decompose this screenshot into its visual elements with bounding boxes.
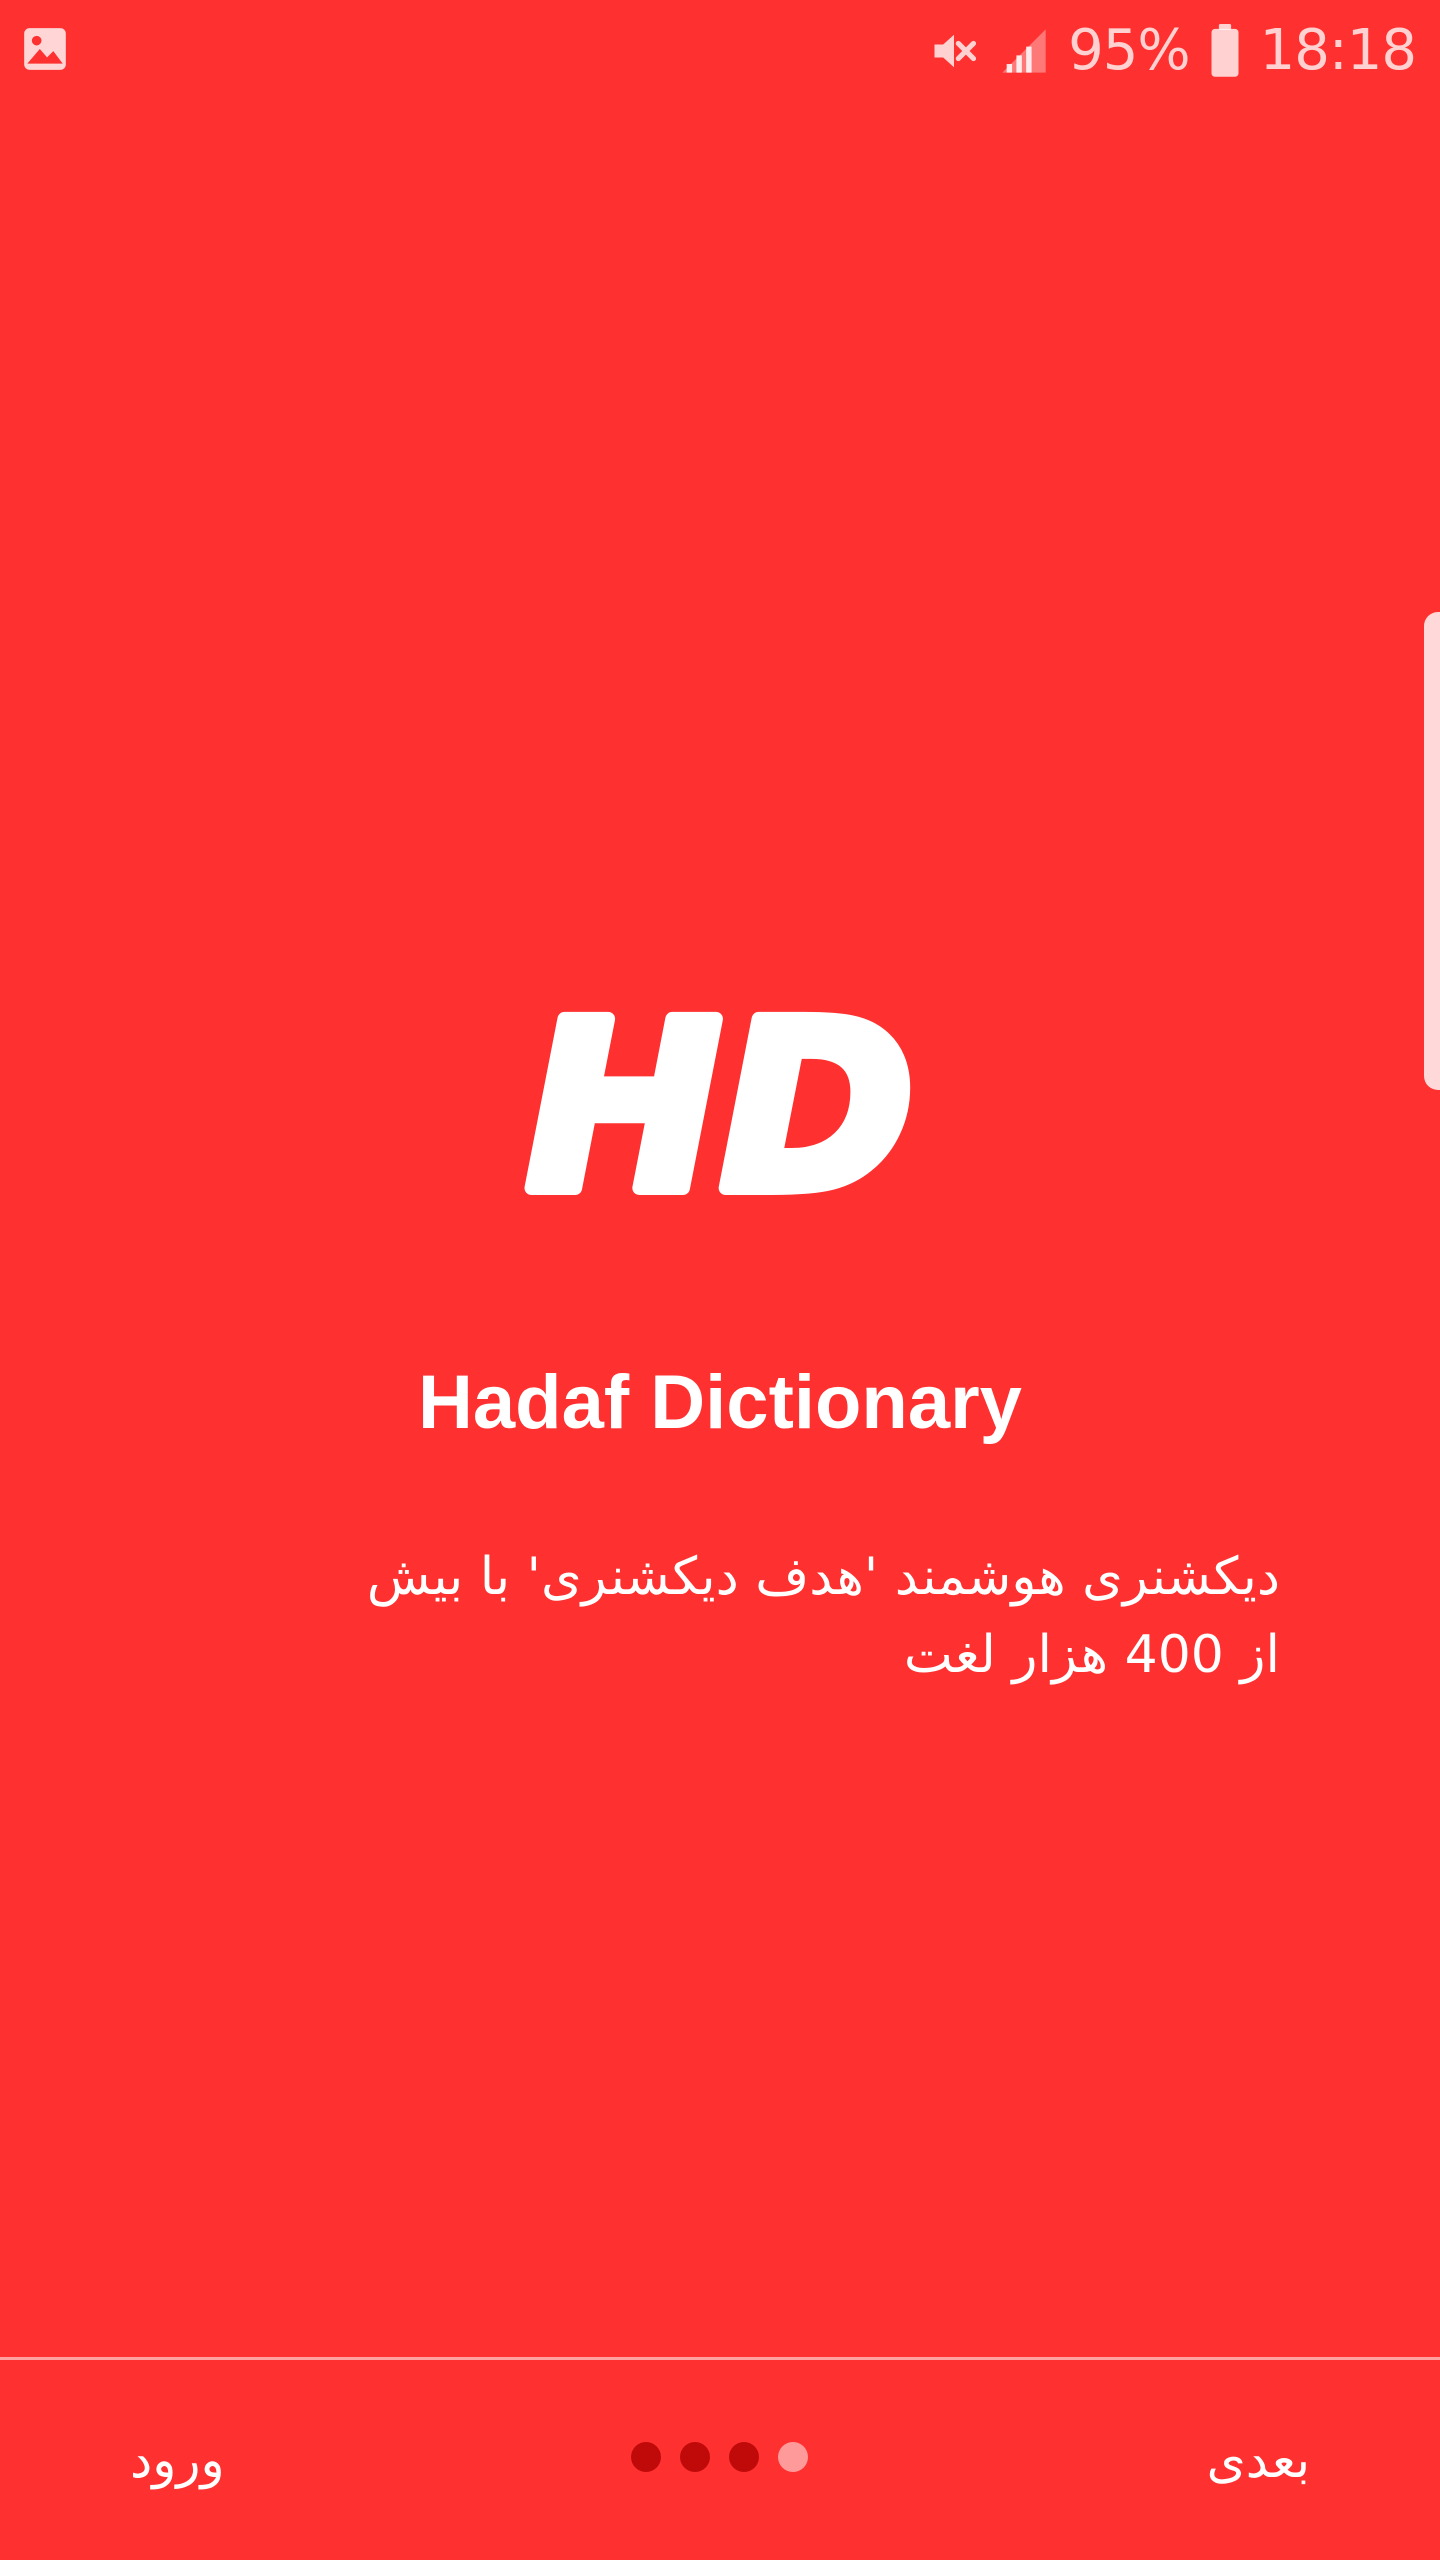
- onboarding-description: دیکشنری هوشمند 'هدف دیکشنری' با بیش از 4…: [366, 1547, 1280, 1685]
- logo-text: HD: [527, 990, 914, 1200]
- gallery-notification-icon: [24, 28, 66, 70]
- signal-icon: [1002, 29, 1046, 73]
- next-button[interactable]: بعدی: [1187, 2410, 1330, 2510]
- mute-icon: [934, 34, 977, 68]
- status-icons: 95% 18:18: [928, 14, 1417, 88]
- onboarding-title: Hadaf Dictionary: [418, 1360, 1022, 1445]
- page-dot: [729, 2442, 759, 2472]
- page-dot: [680, 2442, 710, 2472]
- page-indicator: [631, 2442, 808, 2472]
- hd-logo-icon: HD: [520, 966, 921, 1250]
- status-bar: 95% 18:18: [0, 0, 1440, 100]
- app-logo: HD: [520, 966, 921, 1250]
- status-time: 18:18: [1259, 18, 1417, 83]
- page-dot: [778, 2442, 808, 2472]
- battery-percent: 95%: [1068, 18, 1190, 83]
- edge-panel-handle[interactable]: [1424, 612, 1440, 1090]
- battery-icon: [1211, 24, 1239, 77]
- page-dot: [631, 2442, 661, 2472]
- bottom-divider: [0, 2357, 1440, 2360]
- login-button[interactable]: ورود: [110, 2410, 245, 2510]
